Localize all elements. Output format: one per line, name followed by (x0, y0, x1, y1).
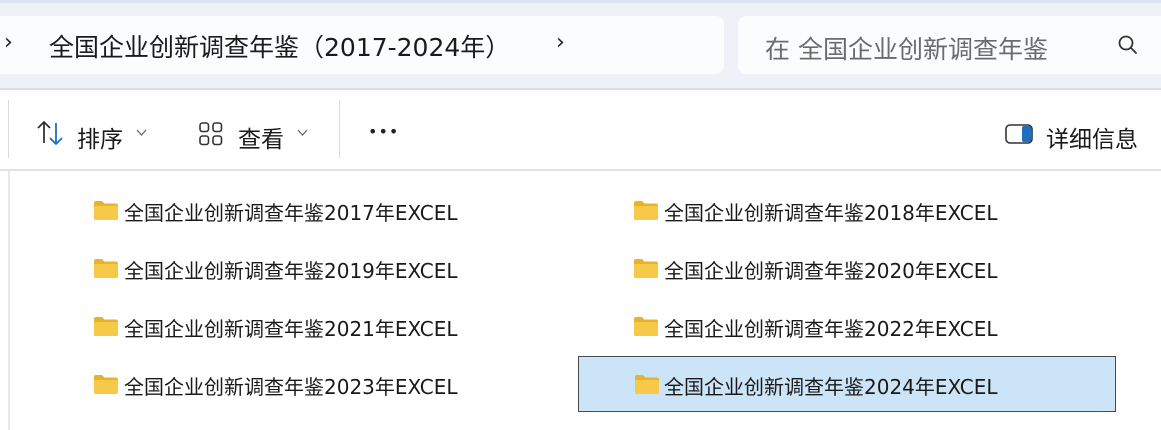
folder-icon (94, 201, 118, 220)
toolbar-divider (0, 169, 1161, 171)
folder-icon (634, 259, 658, 278)
sort-arrows-icon (37, 121, 63, 145)
folder-name: 全国企业创新调查年鉴2023年EXCEL (124, 375, 458, 399)
folder-name: 全国企业创新调查年鉴2022年EXCEL (664, 317, 998, 341)
breadcrumb-expand-chevron-icon[interactable]: › (556, 30, 565, 55)
folder-item[interactable]: 全国企业创新调查年鉴2021年EXCEL (38, 298, 576, 354)
folder-item[interactable]: 全国企业创新调查年鉴2018年EXCEL (578, 182, 1116, 238)
chevron-down-icon (136, 129, 147, 136)
folder-name: 全国企业创新调查年鉴2020年EXCEL (664, 259, 998, 283)
command-bar (0, 90, 1161, 170)
grid-view-icon (199, 122, 223, 146)
folder-icon (94, 375, 118, 394)
folder-item[interactable]: 全国企业创新调查年鉴2020年EXCEL (578, 240, 1116, 296)
toolbar-separator (8, 100, 9, 158)
chevron-down-icon (297, 129, 308, 136)
folder-name: 全国企业创新调查年鉴2018年EXCEL (664, 201, 998, 225)
folder-item[interactable]: 全国企业创新调查年鉴2022年EXCEL (578, 298, 1116, 354)
folder-icon (94, 259, 118, 278)
toolbar-separator (339, 100, 340, 158)
folder-item[interactable]: 全国企业创新调查年鉴2023年EXCEL (38, 356, 576, 412)
more-options-button[interactable]: ••• (368, 122, 399, 141)
search-icon[interactable] (1117, 34, 1139, 56)
view-label: 查看 (238, 127, 284, 153)
details-label: 详细信息 (1046, 127, 1138, 153)
folder-icon (634, 317, 658, 336)
navigation-pane-edge (8, 171, 10, 430)
folder-name: 全国企业创新调查年鉴2019年EXCEL (124, 259, 458, 283)
sort-label: 排序 (77, 127, 123, 153)
folder-item[interactable]: 全国企业创新调查年鉴2019年EXCEL (38, 240, 576, 296)
folder-icon (635, 375, 659, 394)
folder-name: 全国企业创新调查年鉴2021年EXCEL (124, 317, 458, 341)
folder-name: 全国企业创新调查年鉴2024年EXCEL (664, 375, 998, 399)
folder-item[interactable]: 全国企业创新调查年鉴2017年EXCEL (38, 182, 576, 238)
folder-name: 全国企业创新调查年鉴2017年EXCEL (124, 201, 458, 225)
breadcrumb-current-folder[interactable]: 全国企业创新调查年鉴（2017-2024年） (49, 28, 510, 64)
details-pane-icon (1005, 124, 1033, 144)
breadcrumb-back-chevron-icon[interactable]: › (4, 30, 13, 55)
folder-icon (634, 201, 658, 220)
search-input[interactable]: 在 全国企业创新调查年鉴 (765, 30, 1048, 66)
folder-item[interactable]: 全国企业创新调查年鉴2024年EXCEL (578, 356, 1116, 412)
folder-icon (94, 317, 118, 336)
